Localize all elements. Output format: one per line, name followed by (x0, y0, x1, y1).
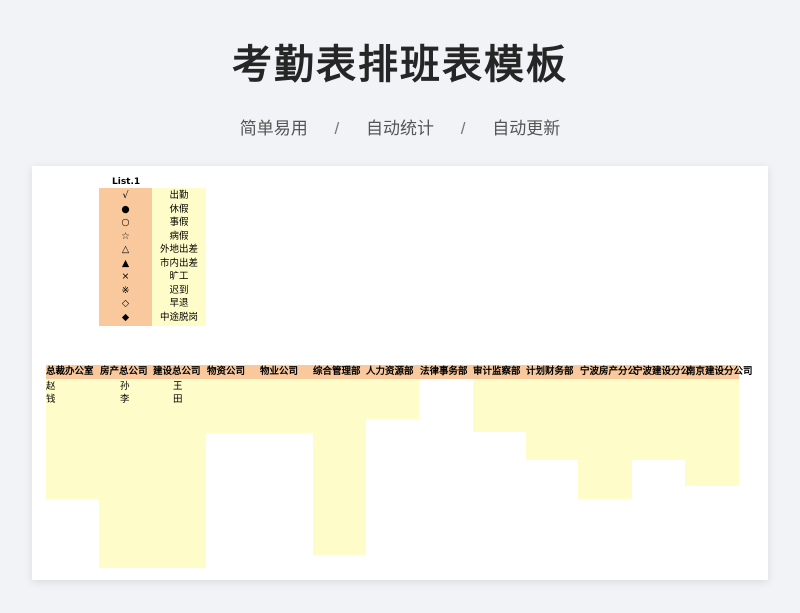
legend-label: 休假 (169, 203, 189, 215)
dept-column-fill (526, 365, 578, 460)
dept-column-fill (313, 365, 366, 555)
dept-header-cell: 物业公司 (260, 366, 299, 377)
legend-label: 市内出差 (159, 257, 198, 269)
dept-cell: 赵 (46, 381, 56, 392)
dept-header-cell: 物资公司 (207, 366, 246, 377)
subtitle-item-simple: 简单易用 (239, 119, 308, 138)
subtitle-separator: / (460, 119, 466, 138)
dept-column-fill (685, 365, 739, 486)
dept-cell: 田 (173, 394, 183, 405)
legend-label: 迟到 (169, 284, 189, 296)
legend-label: 病假 (169, 230, 189, 242)
legend-row: ◆ 中途脱岗 (99, 311, 206, 325)
legend-row: △ 外地出差 (99, 243, 206, 257)
dept-header-cell: 宁波建设分公 (633, 366, 691, 377)
legend-symbol: √ (122, 190, 129, 201)
legend-symbol: × (121, 271, 130, 282)
dept-header-row: 总裁办公室 房产总公司 建设总公司 物资公司 物业公司 综合管理部 人力资源部 … (46, 365, 768, 379)
page-subtitle: 简单易用 / 自动统计 / 自动更新 (0, 114, 800, 139)
legend-row: × 旷工 (99, 270, 206, 284)
dept-column-fill (632, 365, 685, 460)
legend-label: 事假 (169, 217, 189, 228)
legend-row: ▲ 市内出差 (99, 257, 206, 271)
legend-symbol: ※ (121, 284, 130, 296)
dept-header-cell: 总裁办公室 (46, 366, 94, 377)
legend-label: 外地出差 (159, 244, 198, 255)
legend-row: ◇ 早退 (99, 297, 206, 311)
legend-label: 旷工 (169, 271, 189, 282)
dept-cell: 王 (173, 381, 183, 392)
legend-symbol: ☆ (121, 230, 130, 242)
legend-label: 早退 (169, 298, 189, 309)
subtitle-item-auto-stat: 自动统计 (366, 119, 434, 138)
legend-symbol: ● (121, 203, 130, 215)
dept-header-cell: 建设总公司 (153, 366, 201, 377)
legend-symbol: ◆ (121, 311, 130, 323)
spreadsheet-preview: List.1 √ 出勤 ● 休假 ○ 事假 ☆ 病假 △ 外地出差 ▲ 市内出差… (32, 166, 768, 580)
legend-title: List.1 (112, 177, 141, 187)
subtitle-item-auto-update: 自动更新 (492, 119, 561, 138)
legend-label: 中途脱岗 (159, 311, 198, 323)
legend-row: √ 出勤 (99, 189, 206, 203)
legend-symbol: ▲ (121, 257, 130, 269)
legend-row: ○ 事假 (99, 216, 206, 230)
legend-symbol: ◇ (121, 298, 130, 309)
legend-row: ● 休假 (99, 203, 206, 217)
legend-row: ※ 迟到 (99, 284, 206, 298)
dept-cell: 钱 (46, 394, 56, 405)
legend-label: 出勤 (169, 190, 189, 201)
dept-cell: 李 (120, 394, 130, 405)
dept-header-cell: 法律事务部 (420, 366, 468, 377)
legend-symbol: ○ (121, 217, 130, 228)
dept-header-cell: 南京建设分公司 (686, 366, 753, 377)
subtitle-separator: / (334, 119, 340, 138)
legend-symbol: △ (121, 244, 130, 255)
dept-column-fill (99, 365, 206, 568)
dept-column-fill (578, 365, 632, 499)
legend-row: ☆ 病假 (99, 230, 206, 244)
dept-header-cell: 审计监察部 (473, 366, 521, 377)
dept-header-cell: 综合管理部 (313, 366, 361, 377)
dept-header-cell: 计划财务部 (526, 366, 574, 377)
dept-header-cell: 房产总公司 (100, 366, 148, 377)
dept-cell: 孙 (120, 381, 130, 392)
page-title: 考勤表排班表模板 (232, 43, 568, 87)
dept-header-cell: 人力资源部 (366, 366, 414, 377)
dept-header-cell: 宁波房产分公 (580, 366, 638, 377)
